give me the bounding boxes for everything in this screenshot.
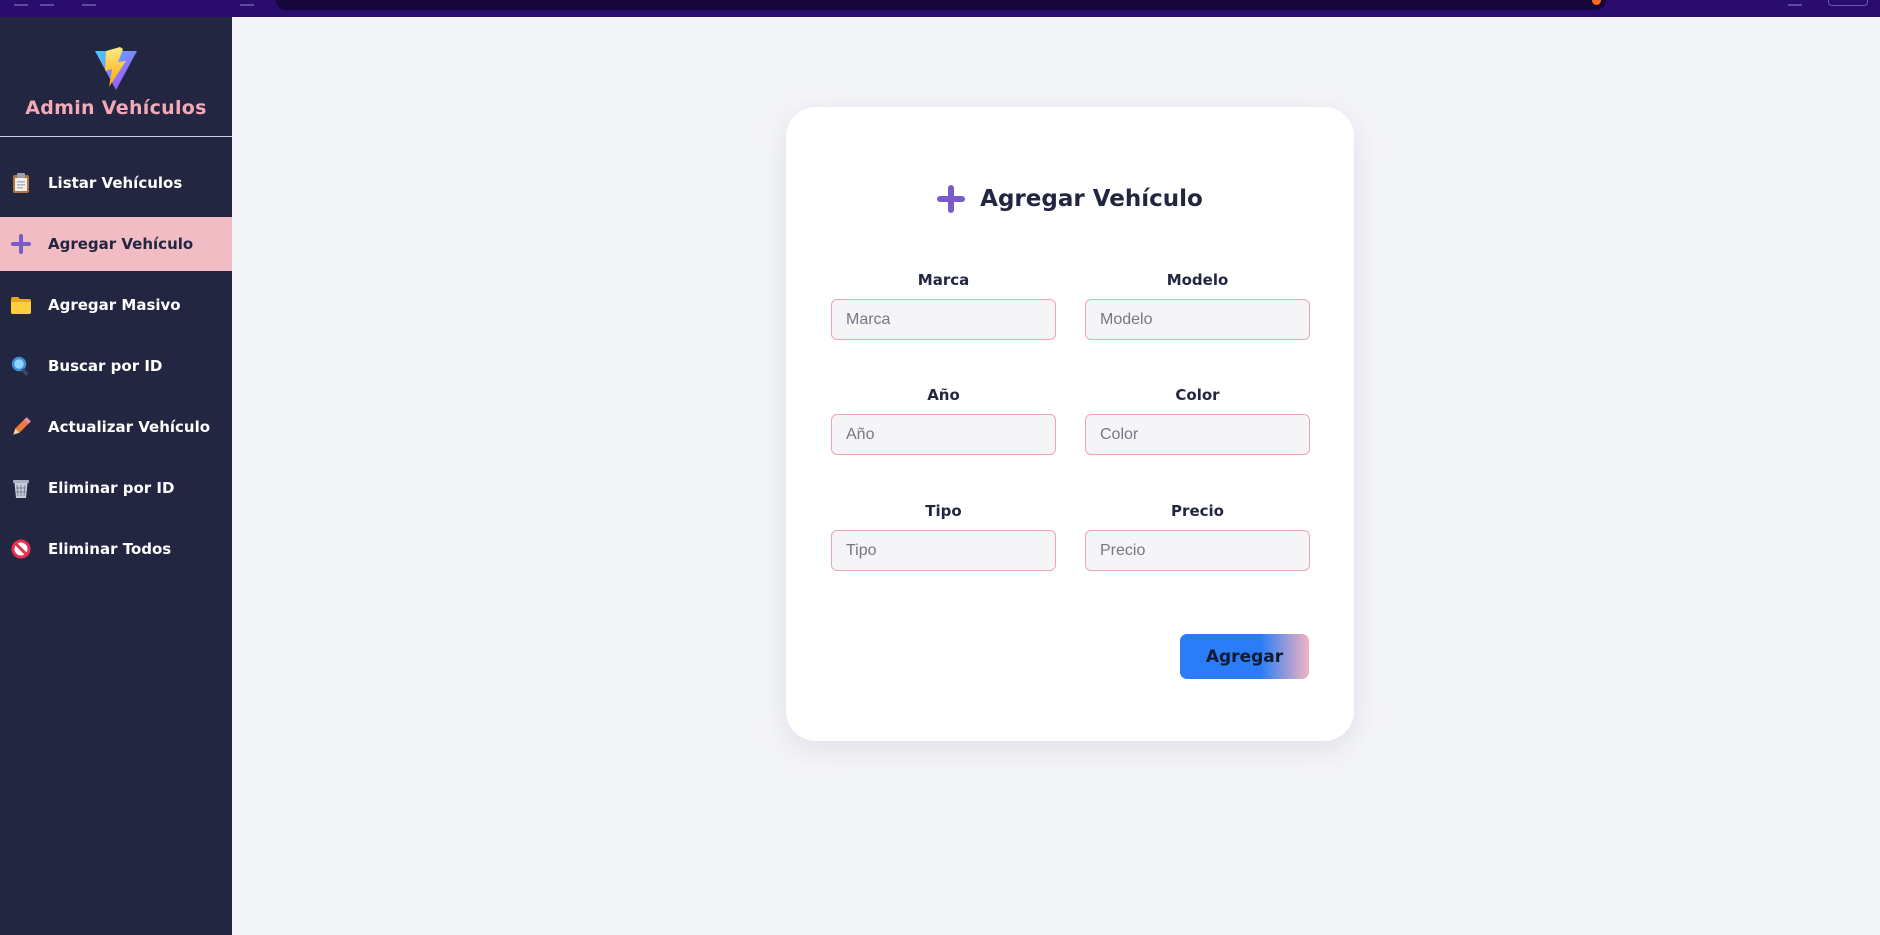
app-title: Admin Vehículos bbox=[25, 97, 207, 119]
marca-input[interactable] bbox=[831, 299, 1056, 340]
plus-icon bbox=[11, 234, 31, 254]
sidebar: Admin Vehículos Listar Vehículos Agregar… bbox=[0, 17, 232, 935]
brand-header: Admin Vehículos bbox=[0, 17, 232, 137]
menu-icon[interactable] bbox=[1788, 0, 1802, 6]
field-precio: Precio bbox=[1085, 502, 1310, 571]
address-bar[interactable] bbox=[276, 0, 1606, 10]
form-header: Agregar Vehículo bbox=[786, 179, 1354, 219]
browser-top-bar bbox=[0, 0, 1880, 17]
marca-label: Marca bbox=[917, 271, 970, 289]
pencil-icon bbox=[11, 417, 31, 437]
agregar-button[interactable]: Agregar bbox=[1180, 634, 1309, 679]
sidebar-item-eliminar-por-id[interactable]: Eliminar por ID bbox=[0, 461, 232, 515]
field-modelo: Modelo bbox=[1085, 271, 1310, 340]
sidebar-item-label: Buscar por ID bbox=[48, 357, 163, 375]
home-icon[interactable] bbox=[240, 0, 254, 6]
trash-icon bbox=[11, 478, 31, 498]
sidebar-item-actualizar-vehiculo[interactable]: Actualizar Vehículo bbox=[0, 400, 232, 454]
anio-input[interactable] bbox=[831, 414, 1056, 455]
form-title: Agregar Vehículo bbox=[980, 186, 1203, 212]
sidebar-item-agregar-masivo[interactable]: Agregar Masivo bbox=[0, 278, 232, 332]
forward-icon[interactable] bbox=[40, 0, 54, 6]
reload-icon[interactable] bbox=[82, 0, 96, 6]
color-label: Color bbox=[1175, 386, 1220, 404]
sidebar-item-label: Actualizar Vehículo bbox=[48, 418, 211, 436]
modelo-input[interactable] bbox=[1085, 299, 1310, 340]
sidebar-item-buscar-por-id[interactable]: Buscar por ID bbox=[0, 339, 232, 393]
sidebar-item-label: Listar Vehículos bbox=[48, 174, 183, 192]
precio-input[interactable] bbox=[1085, 530, 1310, 571]
anio-label: Año bbox=[927, 386, 960, 404]
modelo-label: Modelo bbox=[1166, 271, 1229, 289]
sidebar-item-label: Agregar Masivo bbox=[48, 296, 181, 314]
sidebar-item-listar-vehiculos[interactable]: Listar Vehículos bbox=[0, 156, 232, 210]
field-color: Color bbox=[1085, 386, 1310, 455]
field-tipo: Tipo bbox=[831, 502, 1056, 571]
precio-label: Precio bbox=[1171, 502, 1224, 520]
magnifier-icon bbox=[11, 356, 31, 376]
sidebar-item-label: Eliminar por ID bbox=[48, 479, 175, 497]
tipo-label: Tipo bbox=[925, 502, 962, 520]
back-icon[interactable] bbox=[14, 0, 28, 6]
sidebar-item-label: Eliminar Todos bbox=[48, 540, 172, 558]
vite-logo-icon[interactable] bbox=[93, 47, 139, 91]
clipboard-icon bbox=[11, 173, 31, 193]
sidebar-item-label: Agregar Vehículo bbox=[48, 235, 194, 253]
folder-icon bbox=[11, 295, 31, 315]
prohibited-icon bbox=[11, 539, 31, 559]
color-input[interactable] bbox=[1085, 414, 1310, 455]
plus-icon bbox=[937, 185, 966, 213]
sidebar-item-eliminar-todos[interactable]: Eliminar Todos bbox=[0, 522, 232, 576]
field-marca: Marca bbox=[831, 271, 1056, 340]
sidebar-item-agregar-vehiculo[interactable]: Agregar Vehículo bbox=[0, 217, 232, 271]
tipo-input[interactable] bbox=[831, 530, 1056, 571]
field-anio: Año bbox=[831, 386, 1056, 455]
sidebar-nav: Listar Vehículos Agregar Vehículo Agrega… bbox=[0, 156, 232, 576]
add-vehicle-card: Agregar Vehículo Marca Modelo Año Color … bbox=[786, 107, 1354, 741]
profile-button[interactable] bbox=[1828, 0, 1868, 6]
